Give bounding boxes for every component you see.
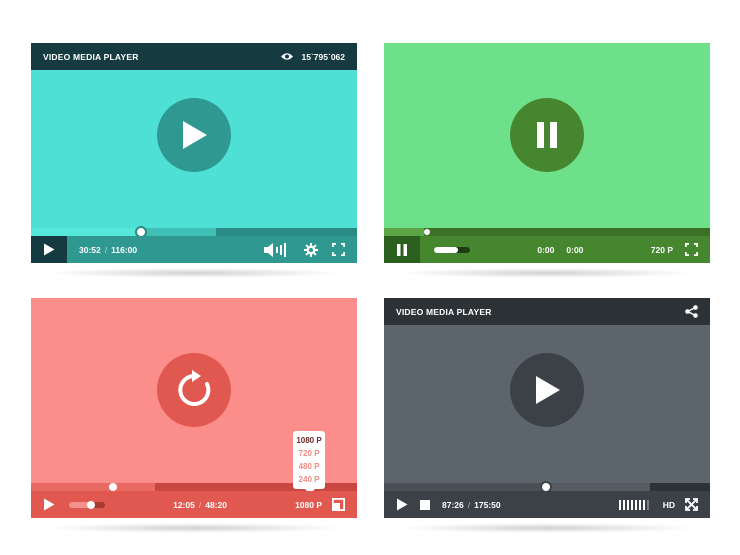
replay-button-large[interactable] [157, 353, 231, 427]
video-player-teal: VIDEO MEDIA PLAYER 15`795`062 30:52/116:… [31, 43, 357, 263]
play-icon [396, 498, 408, 511]
pause-button-large[interactable] [510, 98, 584, 172]
shadow [44, 523, 344, 533]
total-time: 116:00 [111, 244, 138, 255]
quality-option[interactable]: 240 P [293, 473, 325, 486]
title-bar: VIDEO MEDIA PLAYER [384, 298, 710, 325]
play-icon [43, 243, 55, 256]
quality-option[interactable]: 720 P [293, 447, 325, 460]
total-time: 0:00 [566, 244, 584, 255]
play-button[interactable] [31, 236, 67, 263]
shadow [44, 268, 344, 278]
total-time: 175:50 [474, 499, 501, 510]
play-button[interactable] [384, 491, 420, 518]
shadow [397, 523, 697, 533]
fullscreen-icon[interactable] [685, 498, 698, 511]
views-counter: 15`795`062 [280, 52, 345, 62]
video-player-green: 0:00 0:00 720 P [384, 43, 710, 263]
current-time: 30:52 [79, 244, 101, 255]
current-time: 12:05 [173, 499, 195, 510]
control-bar: 12:05/48:20 1080 P [31, 491, 357, 518]
remaining-bar [650, 483, 710, 491]
player-title: VIDEO MEDIA PLAYER [43, 51, 139, 62]
title-bar: VIDEO MEDIA PLAYER 15`795`062 [31, 43, 357, 70]
control-bar: 0:00 0:00 720 P [384, 236, 710, 263]
quality-selector[interactable]: 1080 P [295, 500, 322, 510]
time-display: 12:05/48:20 [173, 499, 227, 510]
shadow [397, 268, 697, 278]
eye-icon [280, 52, 294, 61]
volume-slider[interactable] [69, 500, 105, 509]
pause-button[interactable] [384, 236, 420, 263]
replay-icon [174, 370, 214, 410]
total-time: 48:20 [205, 499, 227, 510]
play-button-large[interactable] [510, 353, 584, 427]
current-time: 87:26 [442, 499, 464, 510]
quality-option[interactable]: 480 P [293, 460, 325, 473]
played-bar [31, 483, 155, 491]
progress-knob[interactable] [424, 229, 430, 235]
volume-level-icon[interactable] [618, 499, 651, 510]
progress-track[interactable] [384, 228, 710, 236]
volume-slider[interactable] [434, 246, 470, 253]
progress-track[interactable] [31, 226, 357, 238]
time-display: 0:00 0:00 [537, 245, 583, 255]
play-button-large[interactable] [157, 98, 231, 172]
control-bar: 87:26/175:50 HD [384, 491, 710, 518]
quality-menu: 1080 P 720 P 480 P 240 P [293, 431, 325, 494]
play-icon [532, 374, 562, 406]
progress-track[interactable] [384, 481, 710, 493]
track-bar [384, 228, 710, 236]
quality-option[interactable]: 1080 P [293, 434, 325, 447]
pause-icon [534, 121, 560, 149]
volume-level [434, 246, 458, 253]
played-bar [384, 483, 548, 491]
volume-knob[interactable] [87, 500, 95, 509]
volume-icon[interactable] [264, 242, 288, 257]
buffered-bar [31, 228, 141, 236]
stop-icon[interactable] [420, 499, 430, 510]
video-player-red: 1080 P 720 P 480 P 240 P 12:05/48:20 108… [31, 298, 357, 518]
play-icon [179, 119, 209, 151]
time-display: 87:26/175:50 [442, 499, 501, 510]
fullscreen-icon[interactable] [332, 243, 345, 256]
quality-selector[interactable]: 720 P [651, 245, 673, 255]
loaded-bar [548, 483, 650, 491]
time-display: 30:52/116:00 [79, 244, 138, 255]
miniplayer-icon[interactable] [332, 498, 346, 511]
player-title: VIDEO MEDIA PLAYER [396, 306, 492, 317]
current-time: 0:00 [537, 244, 555, 255]
views-count: 15`795`062 [301, 51, 345, 62]
share-icon[interactable] [685, 305, 698, 318]
pause-icon [397, 243, 407, 256]
progress-knob[interactable] [109, 483, 117, 491]
played-bar [384, 228, 424, 236]
control-bar: 30:52/116:00 [31, 236, 357, 263]
hd-badge[interactable]: HD [663, 500, 675, 510]
video-player-gray: VIDEO MEDIA PLAYER 87:26/175:50 HD [384, 298, 710, 518]
loaded-bar [141, 228, 216, 236]
gear-icon[interactable] [304, 242, 318, 257]
play-button[interactable] [31, 491, 67, 518]
fullscreen-icon[interactable] [685, 243, 698, 256]
play-icon [43, 498, 55, 511]
